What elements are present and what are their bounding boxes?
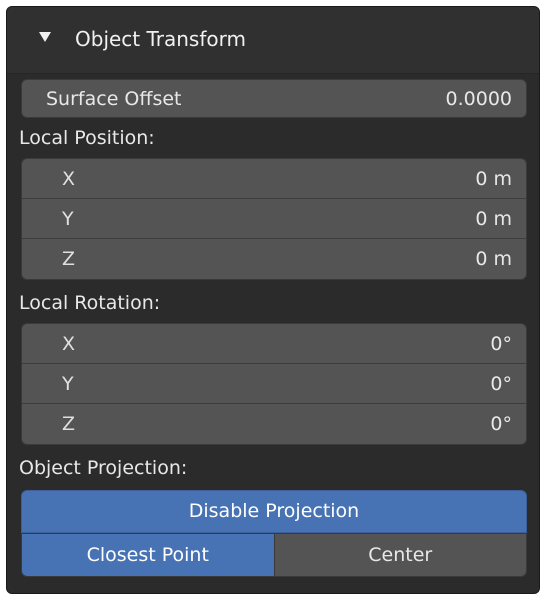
axis-value: 0° xyxy=(490,333,512,355)
local-position-x-field[interactable]: X 0 m xyxy=(22,159,526,199)
axis-label: X xyxy=(62,168,76,190)
disable-projection-button[interactable]: Disable Projection xyxy=(21,490,527,533)
axis-label: Z xyxy=(62,413,76,435)
axis-value: 0 m xyxy=(475,168,512,190)
local-rotation-x-field[interactable]: X 0° xyxy=(22,324,526,364)
axis-label: Y xyxy=(62,373,74,395)
local-rotation-z-field[interactable]: Z 0° xyxy=(22,404,526,444)
local-rotation-label: Local Rotation: xyxy=(19,292,161,314)
local-rotation-y-field[interactable]: Y 0° xyxy=(22,364,526,404)
axis-value: 0 m xyxy=(475,248,512,270)
projection-mode-selector: Closest Point Center xyxy=(21,533,527,577)
axis-value: 0° xyxy=(490,373,512,395)
local-position-label: Local Position: xyxy=(19,127,155,149)
axis-label: X xyxy=(62,333,76,355)
axis-value: 0° xyxy=(490,413,512,435)
triangle-down-icon[interactable] xyxy=(39,32,51,42)
local-position-fields: X 0 m Y 0 m Z 0 m xyxy=(21,158,527,280)
axis-value: 0 m xyxy=(475,208,512,230)
surface-offset-value: 0.0000 xyxy=(445,88,512,110)
object-projection-label: Object Projection: xyxy=(19,457,188,479)
surface-offset-label: Surface Offset xyxy=(46,88,182,110)
local-rotation-fields: X 0° Y 0° Z 0° xyxy=(21,323,527,445)
axis-label: Y xyxy=(62,208,74,230)
closest-point-button[interactable]: Closest Point xyxy=(22,534,274,576)
center-button[interactable]: Center xyxy=(273,534,526,576)
object-transform-panel: Object Transform Surface Offset 0.0000 L… xyxy=(6,6,540,594)
local-position-y-field[interactable]: Y 0 m xyxy=(22,199,526,239)
surface-offset-field[interactable]: Surface Offset 0.0000 xyxy=(21,79,527,118)
axis-label: Z xyxy=(62,248,76,270)
panel-title: Object Transform xyxy=(75,27,246,51)
panel-header[interactable]: Object Transform xyxy=(7,7,539,74)
local-position-z-field[interactable]: Z 0 m xyxy=(22,239,526,279)
